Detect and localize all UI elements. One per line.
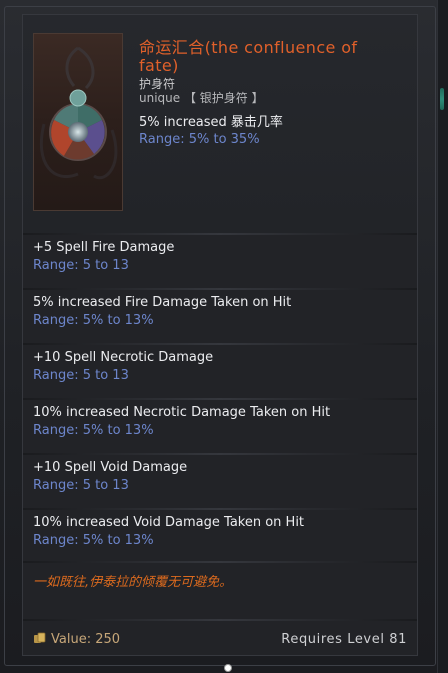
affix-range: Range: 5% to 13% xyxy=(33,423,154,438)
side-scrollbar[interactable] xyxy=(437,0,448,673)
tooltip-panel: 命运汇合(the confluence of fate) 护身符 unique … xyxy=(22,14,418,656)
affix-range: Range: 5% to 13% xyxy=(33,533,154,548)
level-requirement: Requires Level 81 xyxy=(281,632,407,647)
affix-range: Range: 5 to 13 xyxy=(33,258,129,273)
affix-row: 10% increased Void Damage Taken on Hit R… xyxy=(23,510,417,560)
affix-text: 5% increased Fire Damage Taken on Hit xyxy=(33,295,292,310)
affix-range: Range: 5% to 13% xyxy=(33,313,154,328)
item-name: 命运汇合(the confluence of fate) xyxy=(139,38,358,75)
divider xyxy=(23,561,417,563)
tooltip-footer: Value: 250 Requires Level 81 xyxy=(23,621,417,655)
affix-row: 5% increased Fire Damage Taken on Hit Ra… xyxy=(23,290,417,340)
affix-row: 10% increased Necrotic Damage Taken on H… xyxy=(23,400,417,450)
implicit-range: Range: 5% to 35% xyxy=(139,132,260,147)
affix-text: +5 Spell Fire Damage xyxy=(33,240,175,255)
scrollbar-indicator[interactable] xyxy=(440,88,444,110)
affix-text: 10% increased Necrotic Damage Taken on H… xyxy=(33,405,331,420)
item-portrait xyxy=(33,33,123,211)
flavor-text: 一如既往,伊泰拉的倾覆无可避免。 xyxy=(33,575,233,590)
affix-row: +5 Spell Fire Damage Range: 5 to 13 xyxy=(23,235,417,285)
cursor-marker xyxy=(224,664,232,672)
affix-text: +10 Spell Necrotic Damage xyxy=(33,350,214,365)
item-header: 命运汇合(the confluence of fate) 护身符 unique … xyxy=(23,15,417,233)
affix-range: Range: 5 to 13 xyxy=(33,478,129,493)
affix-row: +10 Spell Necrotic Damage Range: 5 to 13 xyxy=(23,345,417,395)
affix-row: +10 Spell Void Damage Range: 5 to 13 xyxy=(23,455,417,505)
item-value: Value: 250 xyxy=(51,632,121,647)
implicit-stat: 5% increased 暴击几率 xyxy=(139,115,283,130)
item-rarity: unique 【 银护身符 】 xyxy=(139,91,264,105)
item-tooltip-window: 命运汇合(the confluence of fate) 护身符 unique … xyxy=(0,0,448,673)
affix-text: 10% increased Void Damage Taken on Hit xyxy=(33,515,305,530)
affix-text: +10 Spell Void Damage xyxy=(33,460,188,475)
amulet-icon xyxy=(39,46,118,180)
gold-coin-icon xyxy=(34,632,46,643)
affix-range: Range: 5 to 13 xyxy=(33,368,129,383)
